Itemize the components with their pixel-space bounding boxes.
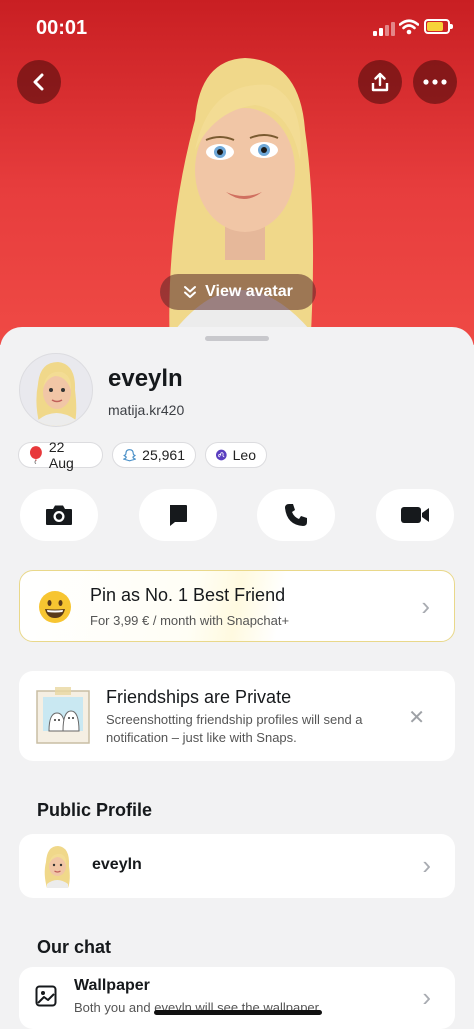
more-options-button[interactable] (413, 60, 457, 104)
public-profile-heading: Public Profile (37, 800, 153, 820)
zodiac-chip[interactable]: Leo (205, 442, 267, 468)
camera-icon (46, 505, 72, 525)
home-indicator[interactable] (154, 1010, 322, 1015)
profile-sheet: eveyln matija.kr420 22 Aug 25,961 Leo Pi… (0, 327, 474, 1029)
more-dots-icon (423, 79, 447, 85)
double-chevron-down-icon (184, 286, 197, 298)
wifi-icon (399, 19, 419, 35)
bitmoji-avatar-mini (44, 846, 70, 888)
avatar[interactable] (19, 353, 93, 427)
birthday-label: 22 Aug (48, 439, 74, 471)
birthday-chip[interactable]: 22 Aug (18, 439, 103, 471)
video-call-button[interactable] (376, 489, 454, 541)
share-button[interactable] (358, 60, 402, 104)
video-camera-icon (401, 507, 429, 523)
public-profile-row[interactable]: eveyln › (19, 834, 455, 898)
balloon-icon (29, 446, 42, 464)
snap-score-icon (123, 449, 137, 462)
back-button[interactable] (17, 60, 61, 104)
snap-score-label: 25,961 (142, 447, 185, 463)
public-profile-name: eveyln (92, 856, 142, 873)
wallpaper-row[interactable]: Wallpaper Both you and eveyln will see t… (19, 967, 455, 1029)
share-icon (371, 72, 389, 92)
chevron-right-icon: › (421, 591, 430, 621)
chat-bubble-icon (170, 505, 187, 526)
pin-card-subtitle: For 3,99 € / month with Snapchat+ (90, 613, 290, 628)
view-avatar-label: View avatar (205, 283, 293, 300)
camera-button[interactable] (20, 489, 98, 541)
battery-icon (424, 19, 453, 34)
wallpaper-icon (35, 985, 57, 1007)
friendships-private-card: Friendships are Private Screenshotting f… (19, 671, 455, 761)
username: matija.kr420 (108, 402, 185, 418)
view-avatar-button[interactable]: View avatar (160, 274, 316, 310)
sheet-drag-handle[interactable] (205, 336, 269, 341)
profile-hero: 00:01 View avatar (0, 0, 474, 345)
chevron-right-icon: › (422, 850, 431, 880)
chevron-left-icon (33, 73, 44, 91)
zodiac-label: Leo (232, 447, 256, 463)
pin-best-friend-card[interactable]: Pin as No. 1 Best Friend For 3,99 € / mo… (19, 570, 455, 642)
status-bar: 00:01 (0, 0, 474, 56)
snap-score-chip[interactable]: 25,961 (112, 442, 196, 468)
bitmoji-avatar-small (36, 362, 77, 426)
grinning-face-icon (39, 591, 71, 623)
leo-zodiac-icon (216, 449, 227, 461)
close-icon[interactable]: ✕ (408, 705, 425, 730)
private-friendship-illustration-icon (36, 687, 90, 744)
phone-icon (285, 504, 307, 526)
call-button[interactable] (257, 489, 335, 541)
wallpaper-title: Wallpaper (74, 977, 150, 994)
status-time: 00:01 (36, 17, 88, 39)
pin-card-title: Pin as No. 1 Best Friend (90, 585, 286, 605)
privacy-card-title: Friendships are Private (106, 687, 292, 707)
privacy-card-body: Screenshotting friendship profiles will … (106, 712, 363, 745)
our-chat-heading: Our chat (37, 937, 112, 957)
chat-button[interactable] (139, 489, 217, 541)
chevron-right-icon: › (422, 982, 431, 1012)
display-name: eveyln (108, 365, 183, 392)
cellular-signal-icon (373, 22, 395, 36)
